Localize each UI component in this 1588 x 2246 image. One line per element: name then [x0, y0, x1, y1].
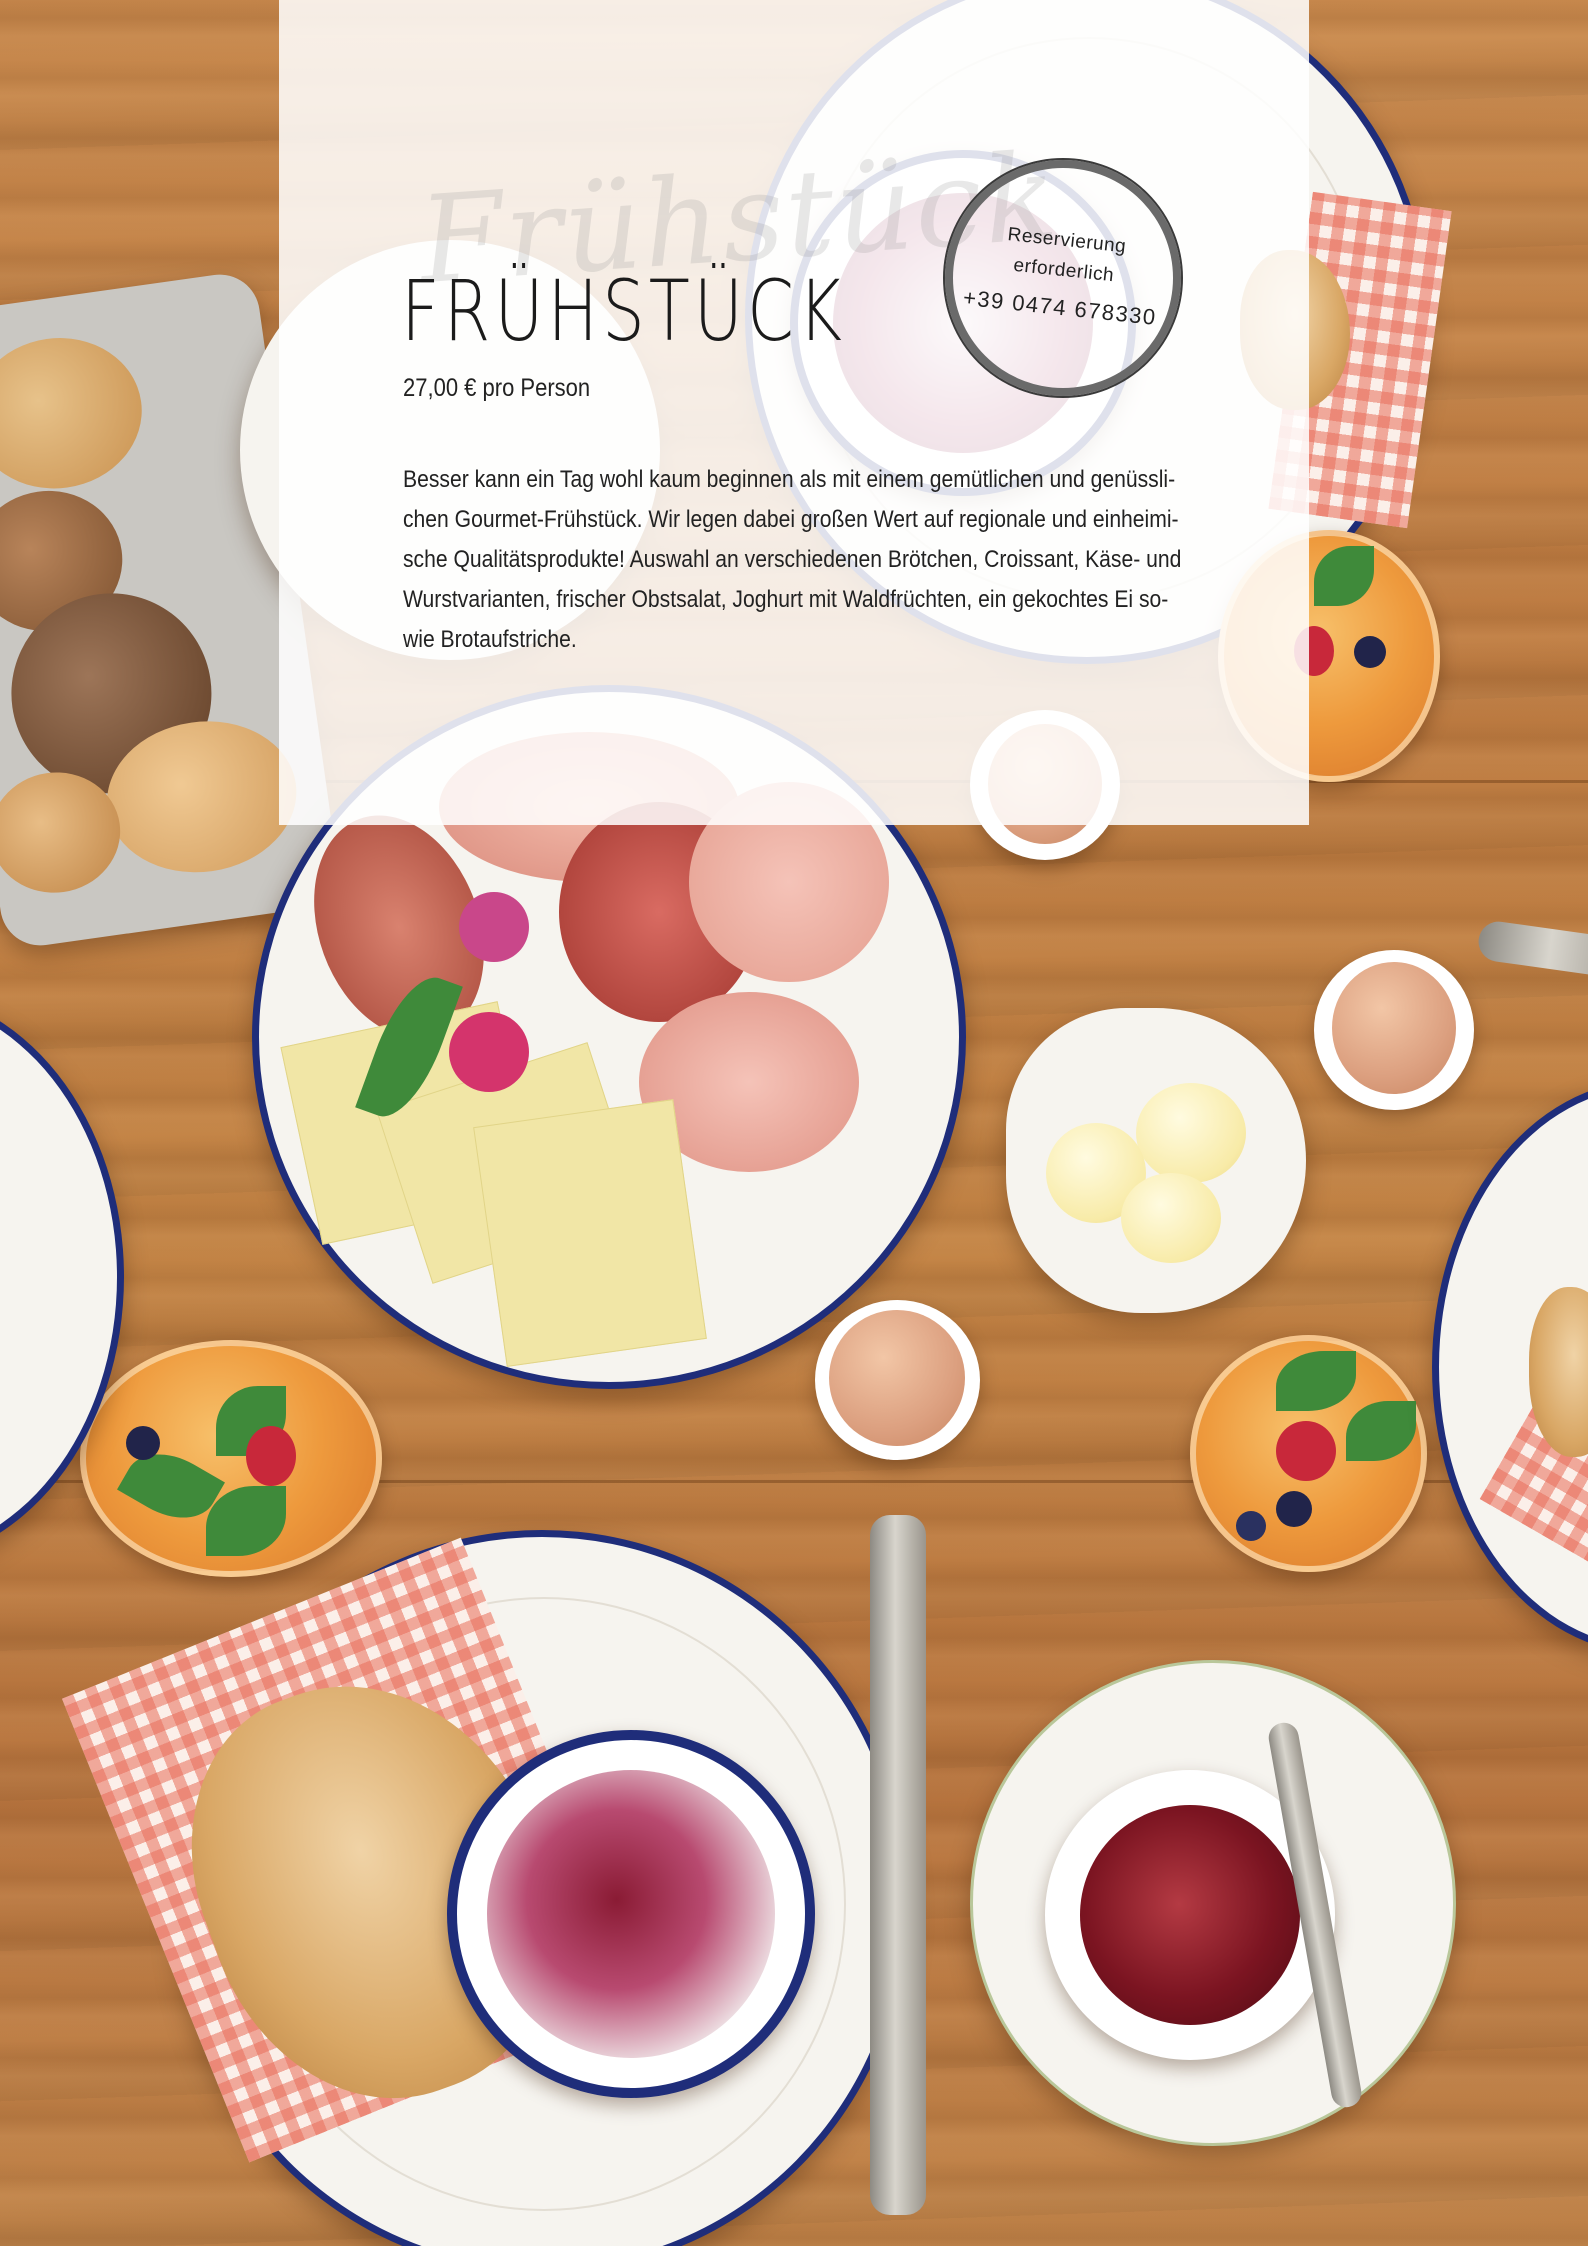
description-line: Wurstvarianten, frischer Obstsalat, Jogh… — [403, 586, 1169, 613]
fruit-salad-glass — [80, 1340, 382, 1577]
egg-cup — [815, 1300, 980, 1460]
menu-card: Frühstück FRÜHSTÜCK 27,00 € pro Person B… — [279, 0, 1309, 825]
fruit-salad-glass — [1190, 1335, 1427, 1572]
description-line: sche Qualitätsprodukte! Auswahl an versc… — [403, 546, 1182, 573]
plate — [1432, 1080, 1588, 1654]
description: Besser kann ein Tag wohl kaum beginnen a… — [403, 460, 1184, 660]
egg-cup — [1314, 950, 1474, 1110]
reservation-stamp: Reservierung erforderlich +39 0474 67833… — [943, 158, 1183, 398]
butter-dish — [1006, 1008, 1306, 1313]
description-line: wie Brotaufstriche. — [403, 626, 577, 653]
yogurt-bowl — [447, 1730, 815, 2098]
knife — [870, 1515, 926, 2215]
description-line: chen Gourmet-Frühstück. Wir legen dabei … — [403, 506, 1179, 533]
price-label: 27,00 € pro Person — [403, 374, 591, 402]
page-title: FRÜHSTÜCK — [401, 262, 846, 360]
description-line: Besser kann ein Tag wohl kaum beginnen a… — [403, 466, 1176, 493]
knife — [1475, 919, 1588, 981]
